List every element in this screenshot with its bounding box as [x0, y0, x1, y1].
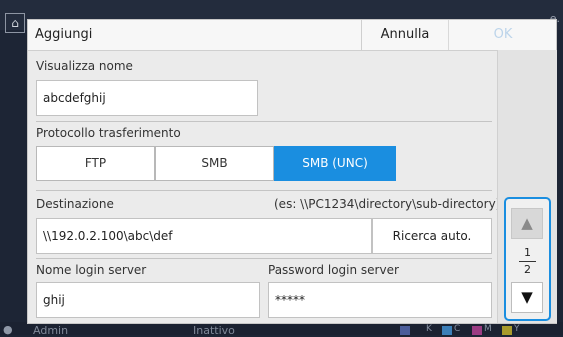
display-name-label: Visualizza nome	[36, 59, 133, 73]
destination-field[interactable]: \\192.0.2.100\abc\def	[36, 218, 372, 254]
display-name-field[interactable]: abcdefghij	[36, 80, 258, 116]
ink-y-label: Y	[514, 324, 520, 334]
arrow-up-icon: ▲	[521, 214, 533, 232]
total-pages: 2	[524, 263, 531, 276]
divider	[36, 258, 492, 259]
ink-m-swatch	[472, 326, 482, 335]
scroll-up-button[interactable]: ▲	[511, 208, 543, 239]
protocol-label: Protocollo trasferimento	[36, 126, 181, 140]
divider	[36, 190, 492, 191]
ink-k-swatch	[400, 326, 410, 335]
login-password-field[interactable]: *****	[268, 282, 492, 318]
ok-button[interactable]: OK	[448, 20, 557, 50]
ink-y-swatch	[502, 326, 512, 335]
arrow-down-icon: ▼	[521, 288, 533, 306]
add-destination-dialog: Aggiungi Annulla OK Visualizza nome abcd…	[27, 19, 557, 324]
login-name-label: Nome login server	[36, 263, 147, 277]
cancel-button[interactable]: Annulla	[361, 20, 448, 50]
current-page: 1	[524, 246, 531, 259]
divider	[36, 121, 492, 122]
status-label: Inattivo	[193, 324, 235, 337]
protocol-smb-button[interactable]: SMB	[155, 146, 274, 181]
destination-hint: (es: \\PC1234\directory\sub-directory)	[274, 197, 501, 211]
ink-c-swatch	[442, 326, 452, 335]
page-scroll-control: ▲ 1 2 ▼	[504, 197, 551, 321]
scroll-down-button[interactable]: ▼	[511, 282, 543, 313]
login-password-label: Password login server	[268, 263, 399, 277]
ink-k-label: K	[426, 324, 432, 334]
auto-search-button[interactable]: Ricerca auto.	[372, 218, 492, 254]
background-menu-icon: ⌂	[5, 13, 25, 33]
destination-label: Destinazione	[36, 197, 114, 211]
login-name-field[interactable]: ghij	[36, 282, 260, 318]
ink-levels: K C M Y	[398, 324, 563, 335]
user-icon: ●	[3, 323, 13, 336]
protocol-smb-unc-button[interactable]: SMB (UNC)	[274, 146, 396, 181]
user-label: Admin	[33, 324, 69, 337]
dialog-title: Aggiungi	[35, 27, 93, 42]
protocol-ftp-button[interactable]: FTP	[36, 146, 155, 181]
page-fraction-line	[519, 261, 536, 262]
ink-m-label: M	[484, 324, 492, 334]
ink-c-label: C	[454, 324, 461, 334]
dialog-title-bar: Aggiungi Annulla OK	[28, 20, 556, 51]
